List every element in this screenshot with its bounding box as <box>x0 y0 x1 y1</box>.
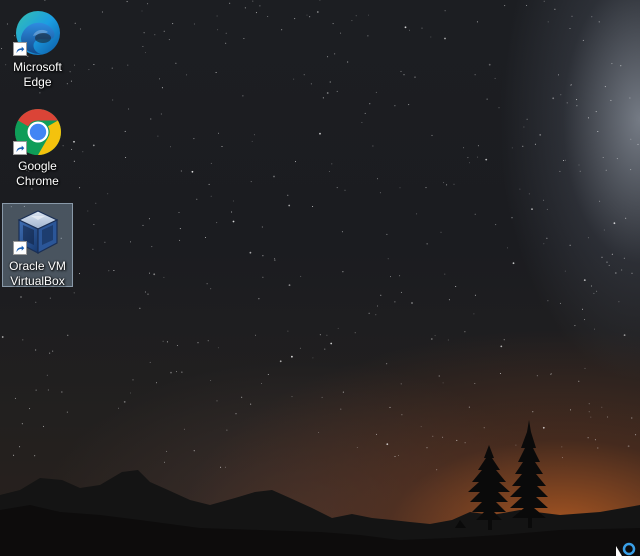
desktop-icon-google-chrome[interactable]: Google Chrome <box>2 103 73 188</box>
shortcut-arrow-icon <box>13 42 27 56</box>
shortcut-arrow-icon <box>13 241 27 255</box>
desktop-icon-oracle-vm-virtualbox[interactable]: Oracle VM VirtualBox <box>2 203 73 288</box>
mountain-silhouette <box>0 420 640 556</box>
desktop-icon-microsoft-edge[interactable]: Microsoft Edge <box>2 4 73 89</box>
desktop-icon-label: Google Chrome <box>16 159 59 188</box>
desktop-icon-label: Microsoft Edge <box>13 60 62 89</box>
desktop-icon-label: Oracle VM VirtualBox <box>9 259 66 288</box>
desktop[interactable]: Microsoft Edge Google Chrome Oracle VM V… <box>0 0 640 556</box>
search-icon[interactable] <box>614 540 638 556</box>
shortcut-arrow-icon <box>13 141 27 155</box>
